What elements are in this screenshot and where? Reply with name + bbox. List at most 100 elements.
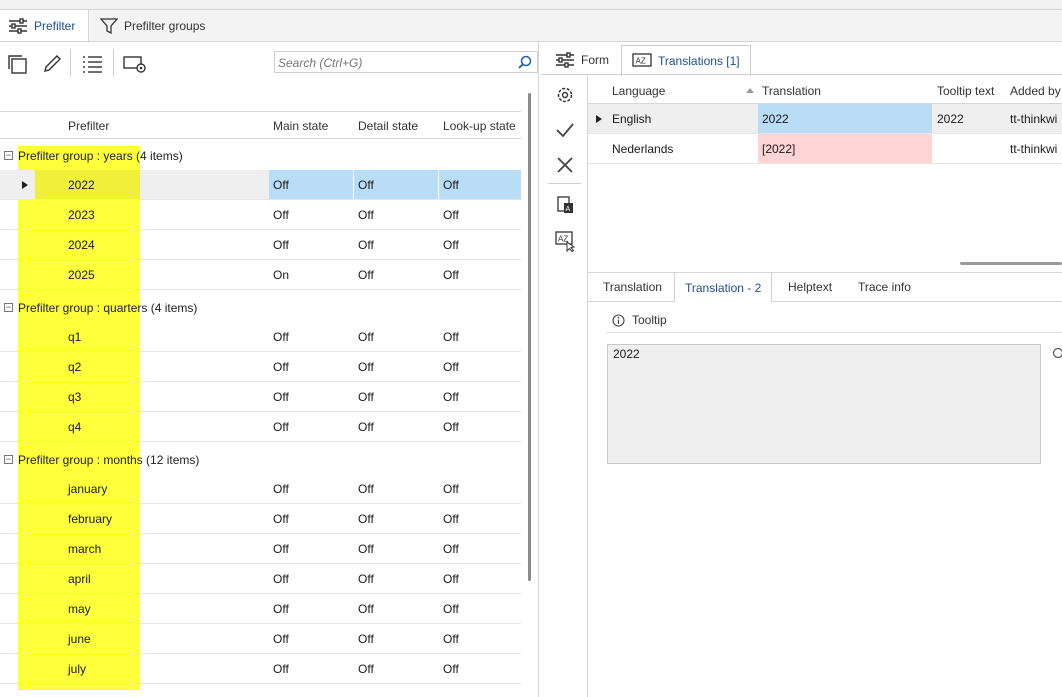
cell-prefilter: 2025: [68, 268, 95, 282]
cell-lookup-state: Off: [443, 420, 459, 434]
row-pointer-icon: [22, 181, 28, 189]
tab-form[interactable]: Form: [555, 45, 609, 75]
translation-row[interactable]: Nederlands [2022] tt-thinkwi: [588, 134, 1062, 164]
cell-main-state: Off: [273, 572, 289, 586]
tab-translation[interactable]: Translation: [593, 273, 672, 301]
cell-detail-state: Off: [358, 208, 374, 222]
cell-added-by: tt-thinkwi: [1010, 142, 1058, 156]
confirm-button[interactable]: [553, 118, 577, 142]
cell-detail-state: Off: [358, 390, 374, 404]
panel-splitter[interactable]: [538, 42, 539, 697]
cell-prefilter: april: [68, 572, 91, 586]
cancel-button[interactable]: [553, 153, 577, 177]
row-pointer-icon: [596, 115, 602, 123]
ordered-list-icon: [83, 56, 102, 73]
sort-list-button[interactable]: [80, 52, 104, 76]
tab-label: Form: [581, 53, 609, 67]
table-row[interactable]: may Off Off Off: [0, 594, 521, 624]
tooltip-label: Tooltip: [632, 313, 667, 327]
table-row[interactable]: february Off Off Off: [0, 504, 521, 534]
column-header-lookup-state[interactable]: Look-up state: [443, 119, 516, 133]
collapse-icon[interactable]: −: [4, 455, 13, 464]
cell-lookup-state: Off: [443, 268, 459, 282]
group-label: Prefilter group : quarters (4 items): [18, 301, 198, 315]
edit-button[interactable]: [40, 52, 64, 76]
tab-translations[interactable]: AZ Translations [1]: [621, 45, 751, 76]
tab-trace-info[interactable]: Trace info: [848, 273, 921, 301]
cell-prefilter: june: [68, 632, 91, 646]
search-icon[interactable]: [518, 55, 532, 69]
table-row[interactable]: june Off Off Off: [0, 624, 521, 654]
table-row[interactable]: july Off Off Off: [0, 654, 521, 684]
column-header-added-by[interactable]: Added by: [1010, 84, 1061, 98]
search-icon[interactable]: [1052, 348, 1062, 358]
group-label: Prefilter group : years (4 items): [18, 149, 183, 163]
cell-prefilter: february: [68, 512, 113, 526]
column-header-prefilter[interactable]: Prefilter: [68, 119, 109, 133]
cell-prefilter: q2: [68, 360, 82, 374]
group-header-months[interactable]: − Prefilter group : months (12 items): [0, 445, 521, 475]
column-header-tooltip-text[interactable]: Tooltip text: [937, 84, 994, 98]
table-row[interactable]: 2023 Off Off Off: [0, 200, 521, 230]
cell-prefilter: 2022: [68, 178, 95, 192]
table-row[interactable]: q4 Off Off Off: [0, 412, 521, 442]
table-row[interactable]: q2 Off Off Off: [0, 352, 521, 382]
horizontal-scrollbar[interactable]: [960, 262, 1062, 265]
tab-prefilter-groups[interactable]: Prefilter groups: [100, 10, 205, 41]
cell-lookup-state: Off: [443, 208, 459, 222]
tab-helptext[interactable]: Helptext: [778, 273, 842, 301]
group-header-quarters[interactable]: − Prefilter group : quarters (4 items): [0, 293, 521, 323]
tooltip-textarea[interactable]: 2022: [607, 344, 1041, 464]
tab-prefilter[interactable]: Prefilter: [0, 10, 89, 41]
screen-settings-button[interactable]: [121, 52, 149, 76]
svg-text:AZ: AZ: [636, 57, 646, 66]
action-divider: [548, 183, 581, 184]
translations-header: Language Translation Tooltip text Added …: [588, 78, 1062, 104]
copy-button[interactable]: [5, 52, 29, 76]
column-header-translation[interactable]: Translation: [762, 84, 821, 98]
column-header-main-state[interactable]: Main state: [273, 119, 328, 133]
cell-language: English: [612, 112, 652, 126]
translate-selection-button[interactable]: AZ: [553, 229, 577, 253]
tab-label: Helptext: [788, 280, 833, 294]
cell-lookup-state: Off: [443, 602, 459, 616]
group-header-years[interactable]: − Prefilter group : years (4 items): [0, 141, 521, 171]
check-icon: [556, 123, 574, 138]
search-input[interactable]: Search (Ctrl+G): [274, 51, 538, 73]
tab-label: Prefilter: [34, 18, 76, 33]
collapse-icon[interactable]: −: [4, 151, 13, 160]
svg-text:A: A: [566, 206, 571, 213]
sliders-icon: [556, 52, 574, 68]
table-row[interactable]: 2025 On Off Off: [0, 260, 521, 290]
grid-scrollbar[interactable]: [528, 93, 531, 581]
column-header-language[interactable]: Language: [612, 84, 665, 98]
cell-detail-state: Off: [358, 662, 374, 676]
cell-detail-state: Off: [358, 512, 374, 526]
column-header-detail-state[interactable]: Detail state: [358, 119, 418, 133]
collapse-icon[interactable]: −: [4, 303, 13, 312]
top-menu-strip: [0, 0, 1062, 10]
table-row[interactable]: january Off Off Off: [0, 474, 521, 504]
table-row[interactable]: q1 Off Off Off: [0, 322, 521, 352]
cell-prefilter: q3: [68, 390, 82, 404]
settings-button[interactable]: [553, 83, 577, 107]
cell-prefilter: q4: [68, 420, 82, 434]
table-row[interactable]: 2022 Off Off Off: [0, 170, 521, 200]
table-row[interactable]: march Off Off Off: [0, 534, 521, 564]
table-row[interactable]: 2024 Off Off Off: [0, 230, 521, 260]
translation-row[interactable]: English 2022 2022 tt-thinkwi: [588, 104, 1062, 134]
cell-translation: 2022: [762, 112, 789, 126]
cell-main-state: Off: [273, 208, 289, 222]
cell-tooltip-text: 2022: [937, 112, 964, 126]
table-row[interactable]: april Off Off Off: [0, 564, 521, 594]
cell-lookup-state: Off: [443, 360, 459, 374]
cell-detail-state: Off: [358, 542, 374, 556]
translate-document-button[interactable]: A: [553, 193, 577, 217]
tab-label: Translation - 2: [685, 280, 762, 295]
cell-language: Nederlands: [612, 142, 674, 156]
table-row[interactable]: q3 Off Off Off: [0, 382, 521, 412]
cell-prefilter: march: [68, 542, 102, 556]
tab-translation-2[interactable]: Translation - 2: [674, 273, 773, 302]
gear-icon: [557, 87, 573, 103]
cell-main-state: Off: [273, 390, 289, 404]
